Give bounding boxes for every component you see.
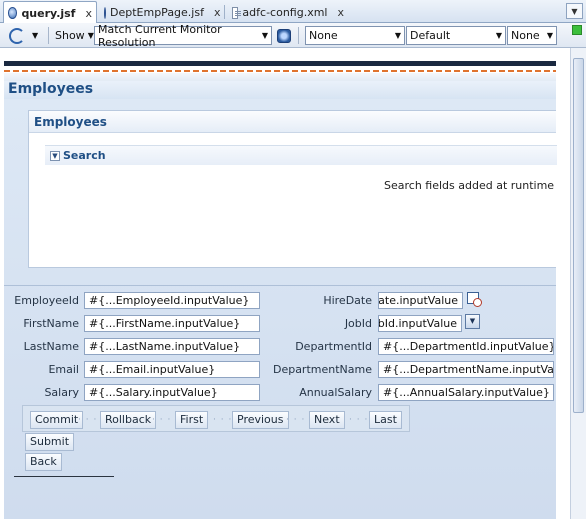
input-employeeid[interactable]: #{...EmployeeId.inputValue}: [84, 292, 260, 309]
search-title: Search: [63, 149, 106, 162]
input-departmentid[interactable]: #{...DepartmentId.inputValue}: [378, 338, 554, 355]
input-lastname[interactable]: #{...LastName.inputValue}: [84, 338, 260, 355]
chevron-down-icon: ▼: [394, 31, 401, 40]
jsf-page-icon: [104, 6, 106, 19]
monitor-resolution-select[interactable]: Match Current Monitor Resolution ▼: [94, 23, 272, 49]
tab-label: adfc-config.xml: [242, 6, 328, 19]
input-salary[interactable]: #{...Salary.inputValue}: [84, 384, 260, 401]
next-button[interactable]: Next: [309, 411, 345, 429]
toolbar-separator: [298, 27, 299, 44]
show-menu-button[interactable]: Show ▼: [55, 26, 94, 45]
button-spacer: · · ·: [78, 415, 98, 425]
design-toolbar: ▼ Show ▼ Match Current Monitor Resolutio…: [0, 23, 586, 49]
label-employeeid: EmployeeId: [14, 294, 79, 307]
panel-title: Employees: [34, 115, 107, 129]
label-lastname: LastName: [23, 340, 79, 353]
scrollbar-thumb[interactable]: [573, 58, 584, 413]
refresh-button[interactable]: [9, 26, 25, 45]
tab-query-jsf[interactable]: query.jsf x: [3, 1, 97, 24]
design-canvas: Employees Employees ▼ Search Search fiel…: [0, 48, 570, 519]
select-jobid[interactable]: JobId.inputValue}: [378, 315, 462, 332]
first-button[interactable]: First: [175, 411, 209, 429]
label-hiredate: HireDate: [323, 294, 372, 307]
close-icon[interactable]: x: [337, 6, 344, 19]
close-icon[interactable]: x: [85, 7, 92, 20]
footer-line: [14, 476, 114, 477]
monitor-resolution-value: Match Current Monitor Resolution: [98, 22, 222, 49]
jobid-dropdown-icon[interactable]: ▼: [465, 314, 480, 329]
submit-button[interactable]: Submit: [25, 433, 75, 451]
jsf-page-icon: [8, 7, 18, 19]
branding-dashed-line: [4, 70, 556, 72]
input-annualsalary[interactable]: #{...AnnualSalary.inputValue}: [378, 384, 554, 401]
clock-icon: [473, 298, 482, 307]
rollback-button[interactable]: Rollback: [100, 411, 157, 429]
label-firstname: FirstName: [23, 317, 79, 330]
button-spacer: · · ·: [286, 415, 306, 425]
vertical-scrollbar[interactable]: [570, 48, 586, 519]
select-combo-1[interactable]: None ▼: [305, 26, 405, 45]
input-firstname[interactable]: #{...FirstName.inputValue}: [84, 315, 260, 332]
combo-2-value: Default: [410, 29, 451, 42]
label-salary: Salary: [44, 386, 79, 399]
chevron-down-icon: ▼: [261, 31, 268, 40]
close-icon[interactable]: x: [214, 6, 221, 19]
label-departmentid: DepartmentId: [295, 340, 372, 353]
xml-file-icon: [232, 6, 242, 19]
disclosure-chevron-icon[interactable]: ▼: [50, 151, 60, 161]
commit-button[interactable]: Commit: [30, 411, 84, 429]
monitor-icon: [277, 28, 291, 43]
chevron-down-icon: ▼: [495, 31, 502, 40]
input-departmentname[interactable]: #{...DepartmentName.inputValue}: [378, 361, 554, 378]
button-spacer: · · ·: [349, 415, 369, 425]
previous-button[interactable]: Previous: [232, 411, 289, 429]
chevron-down-icon: ▼: [87, 31, 94, 40]
calendar-clock-icon[interactable]: [467, 292, 483, 308]
panel-header: Employees: [29, 111, 556, 133]
combo-1-value: None: [309, 29, 338, 42]
tab-label: query.jsf: [21, 6, 76, 20]
show-label: Show: [55, 29, 85, 42]
tab-label: DeptEmpPage.jsf: [110, 6, 204, 19]
tab-adfc-config-xml[interactable]: adfc-config.xml x: [228, 2, 348, 23]
chevron-down-icon: ▼: [546, 31, 553, 40]
label-departmentname: DepartmentName: [272, 363, 372, 376]
search-section-header[interactable]: ▼ Search: [45, 145, 557, 165]
tab-separator: [224, 5, 225, 19]
input-hiredate[interactable]: Date.inputValue}: [378, 292, 463, 309]
status-indicator-icon: [572, 25, 582, 35]
editor-tab-bar: query.jsf x DeptEmpPage.jsf x adfc-confi…: [0, 0, 586, 24]
branding-bar: [4, 61, 556, 66]
input-email[interactable]: #{...Email.inputValue}: [84, 361, 260, 378]
refresh-dropdown-icon[interactable]: ▼: [32, 26, 38, 45]
button-spacer: · · ·: [152, 415, 172, 425]
tab-list-dropdown-button[interactable]: ▼: [566, 3, 583, 19]
search-runtime-note: Search fields added at runtime: [384, 179, 555, 192]
select-combo-3[interactable]: None ▼: [507, 26, 557, 45]
back-button[interactable]: Back: [25, 453, 62, 471]
page-title: Employees: [8, 81, 94, 97]
tab-deptemppage-jsf[interactable]: DeptEmpPage.jsf x: [100, 2, 220, 23]
refresh-icon: [9, 27, 25, 44]
label-annualsalary: AnnualSalary: [299, 386, 372, 399]
combo-3-value: None: [511, 29, 540, 42]
select-combo-2[interactable]: Default ▼: [406, 26, 506, 45]
section-divider: [4, 285, 556, 286]
label-email: Email: [48, 363, 79, 376]
preview-monitor-button[interactable]: [277, 26, 291, 45]
branding-strip: [4, 73, 556, 81]
last-button[interactable]: Last: [369, 411, 402, 429]
label-jobid: JobId: [344, 317, 372, 330]
button-spacer: · · ·: [213, 415, 233, 425]
toolbar-separator: [48, 27, 49, 44]
